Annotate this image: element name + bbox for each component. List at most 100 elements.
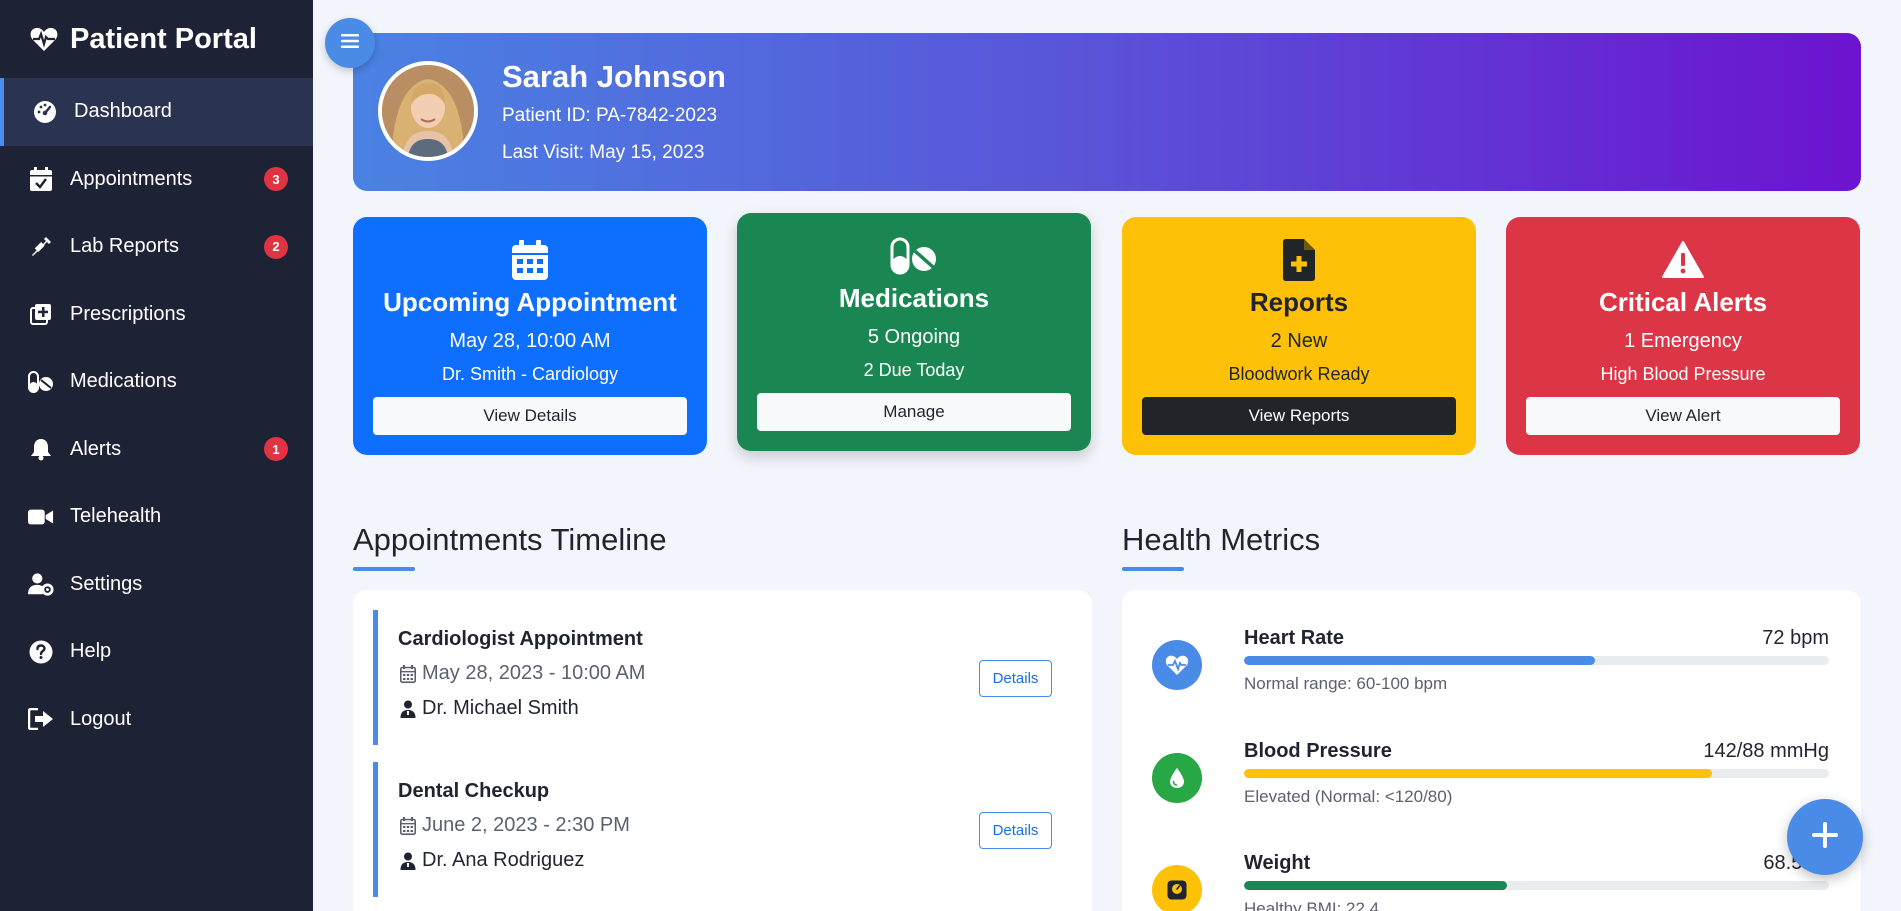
alerts-card: Critical Alerts 1 Emergency High Blood P… xyxy=(1506,217,1860,455)
calendar-check-icon xyxy=(28,166,54,192)
patient-id: Patient ID: PA-7842-2023 xyxy=(502,105,718,126)
sidebar-item-label: Help xyxy=(70,640,112,663)
heading-underline xyxy=(1122,567,1184,571)
sidebar-item-appointments[interactable]: Appointments 3 xyxy=(0,146,313,214)
metric-value: 72 bpm xyxy=(1762,627,1829,649)
sidebar: Patient Portal Dashboard Appointments 3 … xyxy=(0,0,313,911)
add-button[interactable] xyxy=(1787,799,1863,875)
metric-blood-pressure: Blood Pressure 142/88 mmHg Elevated (Nor… xyxy=(1152,740,1829,840)
metric-progress-bar xyxy=(1244,656,1829,665)
notification-badge: 3 xyxy=(264,167,288,192)
heading-underline xyxy=(353,567,415,571)
appointment-doctor: Dr. Ana Rodriguez xyxy=(398,849,584,872)
heart-pulse-icon xyxy=(30,25,58,53)
user-gear-icon xyxy=(28,571,54,597)
appointment-date: May 28, 2023 - 10:00 AM xyxy=(398,662,645,685)
metric-note: Normal range: 60-100 bpm xyxy=(1244,674,1448,693)
calendar-icon xyxy=(398,816,418,836)
plus-icon xyxy=(1810,820,1840,855)
brand[interactable]: Patient Portal xyxy=(0,0,313,78)
sidebar-item-label: Dashboard xyxy=(74,100,172,123)
sidebar-item-label: Prescriptions xyxy=(70,302,186,325)
logout-icon xyxy=(28,706,54,732)
sidebar-item-alerts[interactable]: Alerts 1 xyxy=(0,416,313,484)
card-title: Medications xyxy=(838,283,990,313)
sidebar-item-telehealth[interactable]: Telehealth xyxy=(0,483,313,551)
notification-badge: 1 xyxy=(264,437,288,462)
warning-icon xyxy=(1506,237,1860,283)
metric-value: 142/88 mmHg xyxy=(1703,740,1829,762)
appointment-card: Upcoming Appointment May 28, 10:00 AM Dr… xyxy=(353,217,707,455)
appointment-date-text: June 2, 2023 - 2:30 PM xyxy=(422,814,630,836)
prescription-icon xyxy=(28,301,54,327)
metric-name: Heart Rate xyxy=(1244,627,1345,649)
sidebar-item-settings[interactable]: Settings xyxy=(0,551,313,619)
menu-toggle-button[interactable] xyxy=(325,18,375,68)
metric-note: Healthy BMI: 22.4 xyxy=(1244,899,1380,911)
metric-progress-fill xyxy=(1244,656,1595,665)
card-detail: 2 New xyxy=(1270,330,1328,352)
sidebar-item-logout[interactable]: Logout xyxy=(0,686,313,754)
pills-icon xyxy=(28,369,54,395)
card-detail: 5 Ongoing xyxy=(867,326,961,348)
card-detail: May 28, 10:00 AM xyxy=(449,330,611,352)
appointment-doctor-text: Dr. Michael Smith xyxy=(422,697,579,719)
timeline-heading-text: Appointments Timeline xyxy=(353,522,667,557)
metrics-heading: Health Metrics xyxy=(1122,522,1320,571)
metric-name: Weight xyxy=(1244,852,1311,874)
patient-name: Sarah Johnson xyxy=(502,59,726,94)
reports-card: Reports 2 New Bloodwork Ready View Repor… xyxy=(1122,217,1476,455)
doctor-icon xyxy=(398,851,418,871)
card-subdetail: Bloodwork Ready xyxy=(1228,364,1370,384)
card-subdetail: High Blood Pressure xyxy=(1600,364,1766,384)
metric-heart-rate: Heart Rate 72 bpm Normal range: 60-100 b… xyxy=(1152,627,1829,727)
timeline-heading: Appointments Timeline xyxy=(353,522,667,571)
scale-icon xyxy=(1152,865,1202,911)
sidebar-item-label: Medications xyxy=(70,370,177,393)
sidebar-item-label: Logout xyxy=(70,707,132,730)
timeline-item: Dental Checkup June 2, 2023 - 2:30 PM Dr… xyxy=(373,762,1052,897)
sidebar-item-medications[interactable]: Medications xyxy=(0,348,313,416)
calendar-icon xyxy=(353,237,707,283)
sidebar-item-label: Appointments xyxy=(70,167,193,190)
pills-icon xyxy=(737,233,1091,279)
sidebar-item-label: Settings xyxy=(70,572,143,595)
doctor-icon xyxy=(398,699,418,719)
sidebar-item-label: Alerts xyxy=(70,437,122,460)
sidebar-item-help[interactable]: Help xyxy=(0,618,313,686)
appointment-title: Cardiologist Appointment xyxy=(398,628,643,650)
timeline-item: Cardiologist Appointment May 28, 2023 - … xyxy=(373,610,1052,745)
heart-pulse-icon xyxy=(1152,640,1202,690)
question-icon xyxy=(28,639,54,665)
sidebar-item-label: Lab Reports xyxy=(70,235,179,258)
medications-card: Medications 5 Ongoing 2 Due Today Manage xyxy=(737,213,1091,451)
metric-note: Elevated (Normal: <120/80) xyxy=(1244,787,1453,806)
card-title: Upcoming Appointment xyxy=(383,287,677,317)
droplet-icon xyxy=(1152,753,1202,803)
card-subdetail: Dr. Smith - Cardiology xyxy=(441,364,619,384)
appointment-doctor-text: Dr. Ana Rodriguez xyxy=(422,849,585,871)
view-details-button[interactable]: View Details xyxy=(373,397,687,435)
view-reports-button[interactable]: View Reports xyxy=(1142,397,1456,435)
health-metrics-panel: Heart Rate 72 bpm Normal range: 60-100 b… xyxy=(1122,590,1861,911)
calendar-icon xyxy=(398,664,418,684)
sidebar-item-lab-reports[interactable]: Lab Reports 2 xyxy=(0,213,313,281)
video-icon xyxy=(28,504,54,530)
file-medical-icon xyxy=(1122,237,1476,283)
bell-icon xyxy=(28,436,54,462)
view-alert-button[interactable]: View Alert xyxy=(1526,397,1840,435)
details-button[interactable]: Details xyxy=(979,660,1052,697)
syringe-icon xyxy=(28,234,54,260)
avatar xyxy=(378,61,478,161)
card-subdetail: 2 Due Today xyxy=(863,360,965,380)
manage-button[interactable]: Manage xyxy=(757,393,1071,431)
sidebar-item-label: Telehealth xyxy=(70,505,162,528)
details-button[interactable]: Details xyxy=(979,812,1052,849)
sidebar-item-prescriptions[interactable]: Prescriptions xyxy=(0,281,313,349)
card-title: Critical Alerts xyxy=(1598,287,1768,317)
sidebar-item-dashboard[interactable]: Dashboard xyxy=(0,78,313,146)
appointment-date: June 2, 2023 - 2:30 PM xyxy=(398,814,630,837)
appointment-title: Dental Checkup xyxy=(398,780,550,802)
appointment-doctor: Dr. Michael Smith xyxy=(398,697,579,720)
appointment-date-text: May 28, 2023 - 10:00 AM xyxy=(422,662,646,684)
